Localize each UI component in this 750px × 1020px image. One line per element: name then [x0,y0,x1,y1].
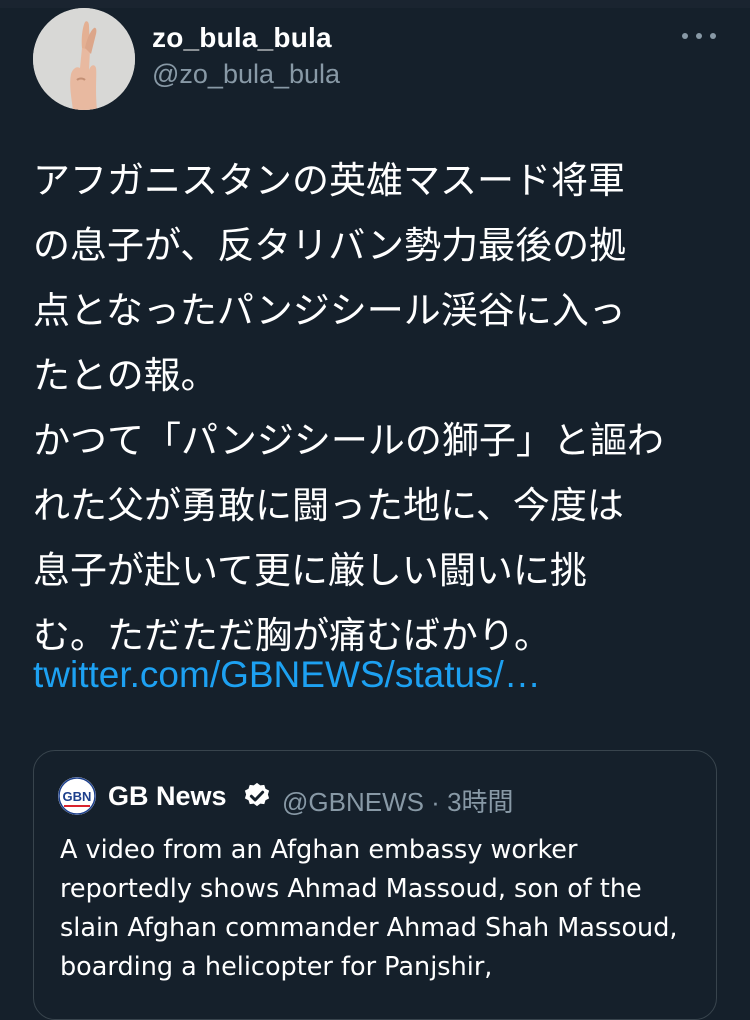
quoted-handle-time: @GBNEWS · 3時間 [282,787,514,817]
tweet-link[interactable]: twitter.com/GBNEWS/status/… [33,654,541,696]
gb-news-logo: GBN [58,777,96,815]
quoted-tweet-text: A video from an Afghan embassy worker re… [60,835,678,982]
author-name[interactable]: zo_bula_bula [152,22,332,54]
author-handle[interactable]: @zo_bula_bula [152,59,340,90]
verified-badge-icon [244,782,270,807]
quoted-tweet-card[interactable]: GBN GB News @GBNEWS · 3時間 A video from a… [33,750,717,1020]
author-avatar[interactable] [33,8,135,110]
quoted-author-name: GB News [108,781,227,811]
tweet-text: アフガニスタンの英雄マスード将軍 の息子が、反タリバン勢力最後の拠 点となったパ… [33,159,664,657]
logo-text: GBN [63,789,92,804]
crossed-fingers-hand-icon [33,8,135,110]
top-divider [0,0,750,8]
more-options-icon[interactable] [682,28,716,44]
